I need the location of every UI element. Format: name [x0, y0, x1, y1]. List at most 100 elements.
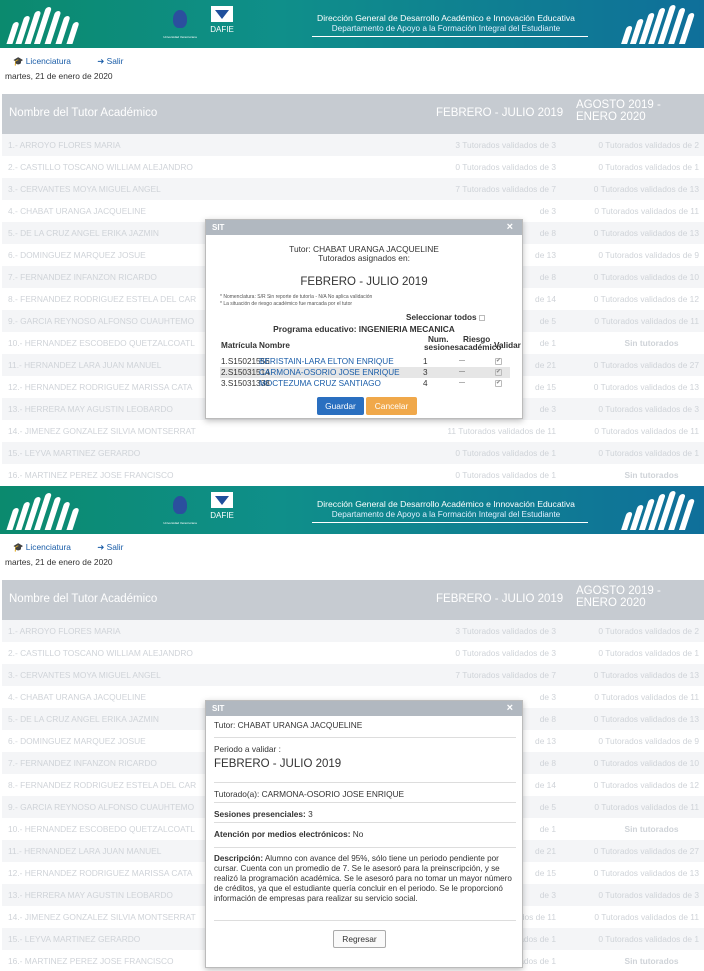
period2-status[interactable]: 0 Tutorados validados de 10 [568, 758, 699, 768]
period1-status[interactable]: 11 Tutorados validados de 11 [398, 426, 556, 436]
period2-status[interactable]: 0 Tutorados validados de 12 [568, 294, 699, 304]
table-row[interactable]: 16.- MARTINEZ PEREZ JOSE FRANCISCO 0 Tuto… [2, 464, 704, 486]
tutor-name[interactable]: 13.- HERRERA MAY AGUSTIN LEOBARDO [8, 404, 206, 414]
tutor-name[interactable]: 8.- FERNANDEZ RODRIGUEZ ESTELA DEL CAR [8, 294, 206, 304]
period2-status[interactable]: 0 Tutorados validados de 11 [568, 316, 699, 326]
tutor-name[interactable]: 2.- CASTILLO TOSCANO WILLIAM ALEJANDRO [8, 648, 206, 658]
period2-status[interactable]: 0 Tutorados validados de 11 [568, 426, 699, 436]
student-name-link[interactable]: MOCTEZUMA CRUZ SANTIAGO [259, 379, 381, 388]
tutor-name[interactable]: 3.- CERVANTES MOYA MIGUEL ANGEL [8, 670, 206, 680]
period1-status[interactable]: 3 Tutorados validados de 3 [398, 626, 556, 636]
salir-link[interactable]: ➜ Salir [97, 56, 135, 66]
table-row[interactable]: 3.- CERVANTES MOYA MIGUEL ANGEL 7 Tutorad… [2, 178, 704, 200]
select-all-checkbox[interactable] [478, 315, 485, 321]
tutor-name[interactable]: 10.- HERNANDEZ ESCOBEDO QUETZALCOATL [8, 824, 206, 834]
student-name-link[interactable]: CARMONA-OSORIO JOSE ENRIQUE [259, 368, 400, 377]
table-row[interactable]: 1.- ARROYO FLORES MARIA 3 Tutorados valid… [2, 134, 704, 156]
licenciatura-link[interactable]: 🎓 Licenciatura [13, 542, 83, 552]
table-row[interactable]: 2.- CASTILLO TOSCANO WILLIAM ALEJANDRO 0 … [2, 642, 704, 664]
validate-checkbox[interactable]: ✔ [495, 369, 502, 376]
table-row[interactable]: 14.- JIMENEZ GONZALEZ SILVIA MONTSERRAT 1… [2, 420, 704, 442]
salir-link[interactable]: ➜ Salir [97, 542, 135, 552]
back-button[interactable]: Regresar [333, 930, 386, 948]
tutor-name[interactable]: 13.- HERRERA MAY AGUSTIN LEOBARDO [8, 890, 206, 900]
period1-status[interactable]: 3 Tutorados validados de 3 [398, 140, 556, 150]
tutor-name[interactable]: 11.- HERNANDEZ LARA JUAN MANUEL [8, 360, 206, 370]
tutor-name[interactable]: 1.- ARROYO FLORES MARIA [8, 140, 206, 150]
period2-status[interactable]: 0 Tutorados validados de 12 [568, 780, 699, 790]
select-all[interactable]: Seleccionar todos [406, 313, 485, 322]
period2-status[interactable]: 0 Tutorados validados de 3 [568, 404, 699, 414]
period1-status[interactable]: 7 Tutorados validados de 7 [398, 670, 556, 680]
tutor-name[interactable]: 1.- ARROYO FLORES MARIA [8, 626, 206, 636]
table-row[interactable]: 2.- CASTILLO TOSCANO WILLIAM ALEJANDRO 0 … [2, 156, 704, 178]
period2-status[interactable]: 0 Tutorados validados de 11 [568, 692, 699, 702]
tutor-name[interactable]: 6.- DOMINGUEZ MARQUEZ JOSUE [8, 250, 206, 260]
tutor-name[interactable]: 14.- JIMENEZ GONZALEZ SILVIA MONTSERRAT [8, 912, 206, 922]
tutor-name[interactable]: 12.- HERNANDEZ RODRIGUEZ MARISSA CATA [8, 382, 206, 392]
tutor-name[interactable]: 10.- HERNANDEZ ESCOBEDO QUETZALCOATL [8, 338, 206, 348]
tutor-name[interactable]: 6.- DOMINGUEZ MARQUEZ JOSUE [8, 736, 206, 746]
period2-status[interactable]: 0 Tutorados validados de 10 [568, 272, 699, 282]
period2-status[interactable]: 0 Tutorados validados de 13 [568, 670, 699, 680]
period2-status[interactable]: 0 Tutorados validados de 13 [568, 868, 699, 878]
tutor-name[interactable]: 3.- CERVANTES MOYA MIGUEL ANGEL [8, 184, 206, 194]
period1-status[interactable]: de 3 [398, 206, 556, 216]
tutor-name[interactable]: 4.- CHABAT URANGA JACQUELINE [8, 692, 206, 702]
period2-status[interactable]: Sin tutorados [586, 956, 704, 966]
student-row[interactable]: 2.S15031514 CARMONA-OSORIO JOSE ENRIQUE 3-… [220, 367, 510, 378]
tutor-name[interactable]: 5.- DE LA CRUZ ANGEL ERIKA JAZMIN [8, 714, 206, 724]
period2-status[interactable]: 0 Tutorados validados de 3 [568, 890, 699, 900]
period1-status[interactable]: 0 Tutorados validados de 1 [398, 470, 556, 480]
period2-status[interactable]: 0 Tutorados validados de 1 [568, 648, 699, 658]
licenciatura-link[interactable]: 🎓 Licenciatura [13, 56, 83, 66]
period2-status[interactable]: 0 Tutorados validados de 1 [568, 162, 699, 172]
cancel-button[interactable]: Cancelar [366, 397, 417, 415]
period2-status[interactable]: 0 Tutorados validados de 27 [568, 360, 699, 370]
period2-status[interactable]: 0 Tutorados validados de 13 [568, 382, 699, 392]
table-row[interactable]: 15.- LEYVA MARTINEZ GERARDO 0 Tutorados v… [2, 442, 704, 464]
save-button[interactable]: Guardar [317, 397, 364, 415]
validate-checkbox[interactable]: ✔ [495, 380, 502, 387]
period2-status[interactable]: 0 Tutorados validados de 2 [568, 140, 699, 150]
period1-status[interactable]: 0 Tutorados validados de 1 [398, 448, 556, 458]
period2-status[interactable]: 0 Tutorados validados de 11 [568, 206, 699, 216]
tutor-name[interactable]: 2.- CASTILLO TOSCANO WILLIAM ALEJANDRO [8, 162, 206, 172]
period2-status[interactable]: 0 Tutorados validados de 9 [568, 736, 699, 746]
student-row[interactable]: 3.S15031338 MOCTEZUMA CRUZ SANTIAGO 4 --- ✔ [220, 378, 510, 389]
tutor-name[interactable]: 8.- FERNANDEZ RODRIGUEZ ESTELA DEL CAR [8, 780, 206, 790]
tutor-name[interactable]: 14.- JIMENEZ GONZALEZ SILVIA MONTSERRAT [8, 426, 206, 436]
period2-status[interactable]: 0 Tutorados validados de 11 [568, 912, 699, 922]
tutor-name[interactable]: 7.- FERNANDEZ INFANZON RICARDO [8, 272, 206, 282]
close-icon[interactable]: × [507, 702, 513, 714]
tutor-name[interactable]: 16.- MARTINEZ PEREZ JOSE FRANCISCO [8, 956, 206, 966]
tutor-name[interactable]: 4.- CHABAT URANGA JACQUELINE [8, 206, 206, 216]
period2-status[interactable]: 0 Tutorados validados de 13 [568, 714, 699, 724]
table-row[interactable]: 1.- ARROYO FLORES MARIA 3 Tutorados valid… [2, 620, 704, 642]
tutor-name[interactable]: 16.- MARTINEZ PEREZ JOSE FRANCISCO [8, 470, 206, 480]
tutor-name[interactable]: 15.- LEYVA MARTINEZ GERARDO [8, 934, 206, 944]
period2-status[interactable]: 0 Tutorados validados de 9 [568, 250, 699, 260]
validate-checkbox[interactable]: ✔ [495, 358, 502, 365]
tutor-name[interactable]: 9.- GARCIA REYNOSO ALFONSO CUAUHTEMO [8, 802, 206, 812]
period2-status[interactable]: Sin tutorados [586, 338, 704, 348]
tutor-name[interactable]: 12.- HERNANDEZ RODRIGUEZ MARISSA CATA [8, 868, 206, 878]
period2-status[interactable]: 0 Tutorados validados de 11 [568, 802, 699, 812]
tutor-name[interactable]: 11.- HERNANDEZ LARA JUAN MANUEL [8, 846, 206, 856]
tutor-name[interactable]: 5.- DE LA CRUZ ANGEL ERIKA JAZMIN [8, 228, 206, 238]
period2-status[interactable]: 0 Tutorados validados de 2 [568, 626, 699, 636]
tutor-name[interactable]: 15.- LEYVA MARTINEZ GERARDO [8, 448, 206, 458]
period1-status[interactable]: 7 Tutorados validados de 7 [398, 184, 556, 194]
student-name-link[interactable]: BERISTAIN-LARA ELTON ENRIQUE [259, 357, 394, 366]
period1-status[interactable]: 0 Tutorados validados de 3 [398, 648, 556, 658]
table-row[interactable]: 3.- CERVANTES MOYA MIGUEL ANGEL 7 Tutorad… [2, 664, 704, 686]
period2-status[interactable]: 0 Tutorados validados de 1 [568, 934, 699, 944]
close-icon[interactable]: × [507, 221, 513, 233]
period2-status[interactable]: Sin tutorados [586, 824, 704, 834]
tutor-name[interactable]: 7.- FERNANDEZ INFANZON RICARDO [8, 758, 206, 768]
period2-status[interactable]: 0 Tutorados validados de 1 [568, 448, 699, 458]
period2-status[interactable]: Sin tutorados [586, 470, 704, 480]
tutor-name[interactable]: 9.- GARCIA REYNOSO ALFONSO CUAUHTEMO [8, 316, 206, 326]
period2-status[interactable]: 0 Tutorados validados de 13 [568, 184, 699, 194]
student-row[interactable]: 1.S15021556 BERISTAIN-LARA ELTON ENRIQUE 1… [220, 356, 510, 367]
